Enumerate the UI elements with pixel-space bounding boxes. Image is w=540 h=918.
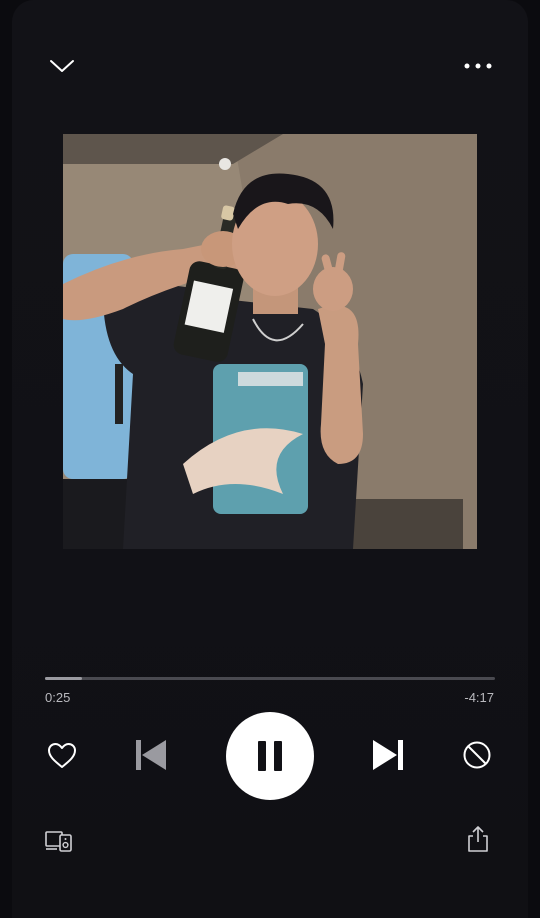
heart-icon xyxy=(48,742,76,768)
skip-previous-icon xyxy=(136,740,166,770)
collapse-button[interactable] xyxy=(42,48,82,84)
more-horizontal-icon xyxy=(464,63,492,69)
chevron-down-icon xyxy=(50,60,74,72)
skip-next-icon xyxy=(373,740,403,770)
connect-devices-button[interactable] xyxy=(42,826,76,856)
previous-button[interactable] xyxy=(130,734,172,776)
remaining-time: -4:17 xyxy=(464,690,494,705)
now-playing-screen: 0:25 -4:17 xyxy=(0,0,540,918)
progress-fill xyxy=(45,676,83,680)
devices-icon xyxy=(45,831,72,852)
album-art xyxy=(63,134,477,549)
next-button[interactable] xyxy=(367,734,409,776)
elapsed-time: 0:25 xyxy=(45,690,71,705)
progress-track xyxy=(45,676,495,680)
pause-button[interactable] xyxy=(226,712,314,800)
share-icon xyxy=(468,826,488,852)
pause-icon xyxy=(258,741,282,771)
like-button[interactable] xyxy=(43,736,81,774)
more-options-button[interactable] xyxy=(456,50,500,82)
progress-bar[interactable] xyxy=(45,675,495,681)
block-icon xyxy=(463,741,491,769)
share-button[interactable] xyxy=(462,822,494,856)
hide-song-button[interactable] xyxy=(458,736,496,774)
